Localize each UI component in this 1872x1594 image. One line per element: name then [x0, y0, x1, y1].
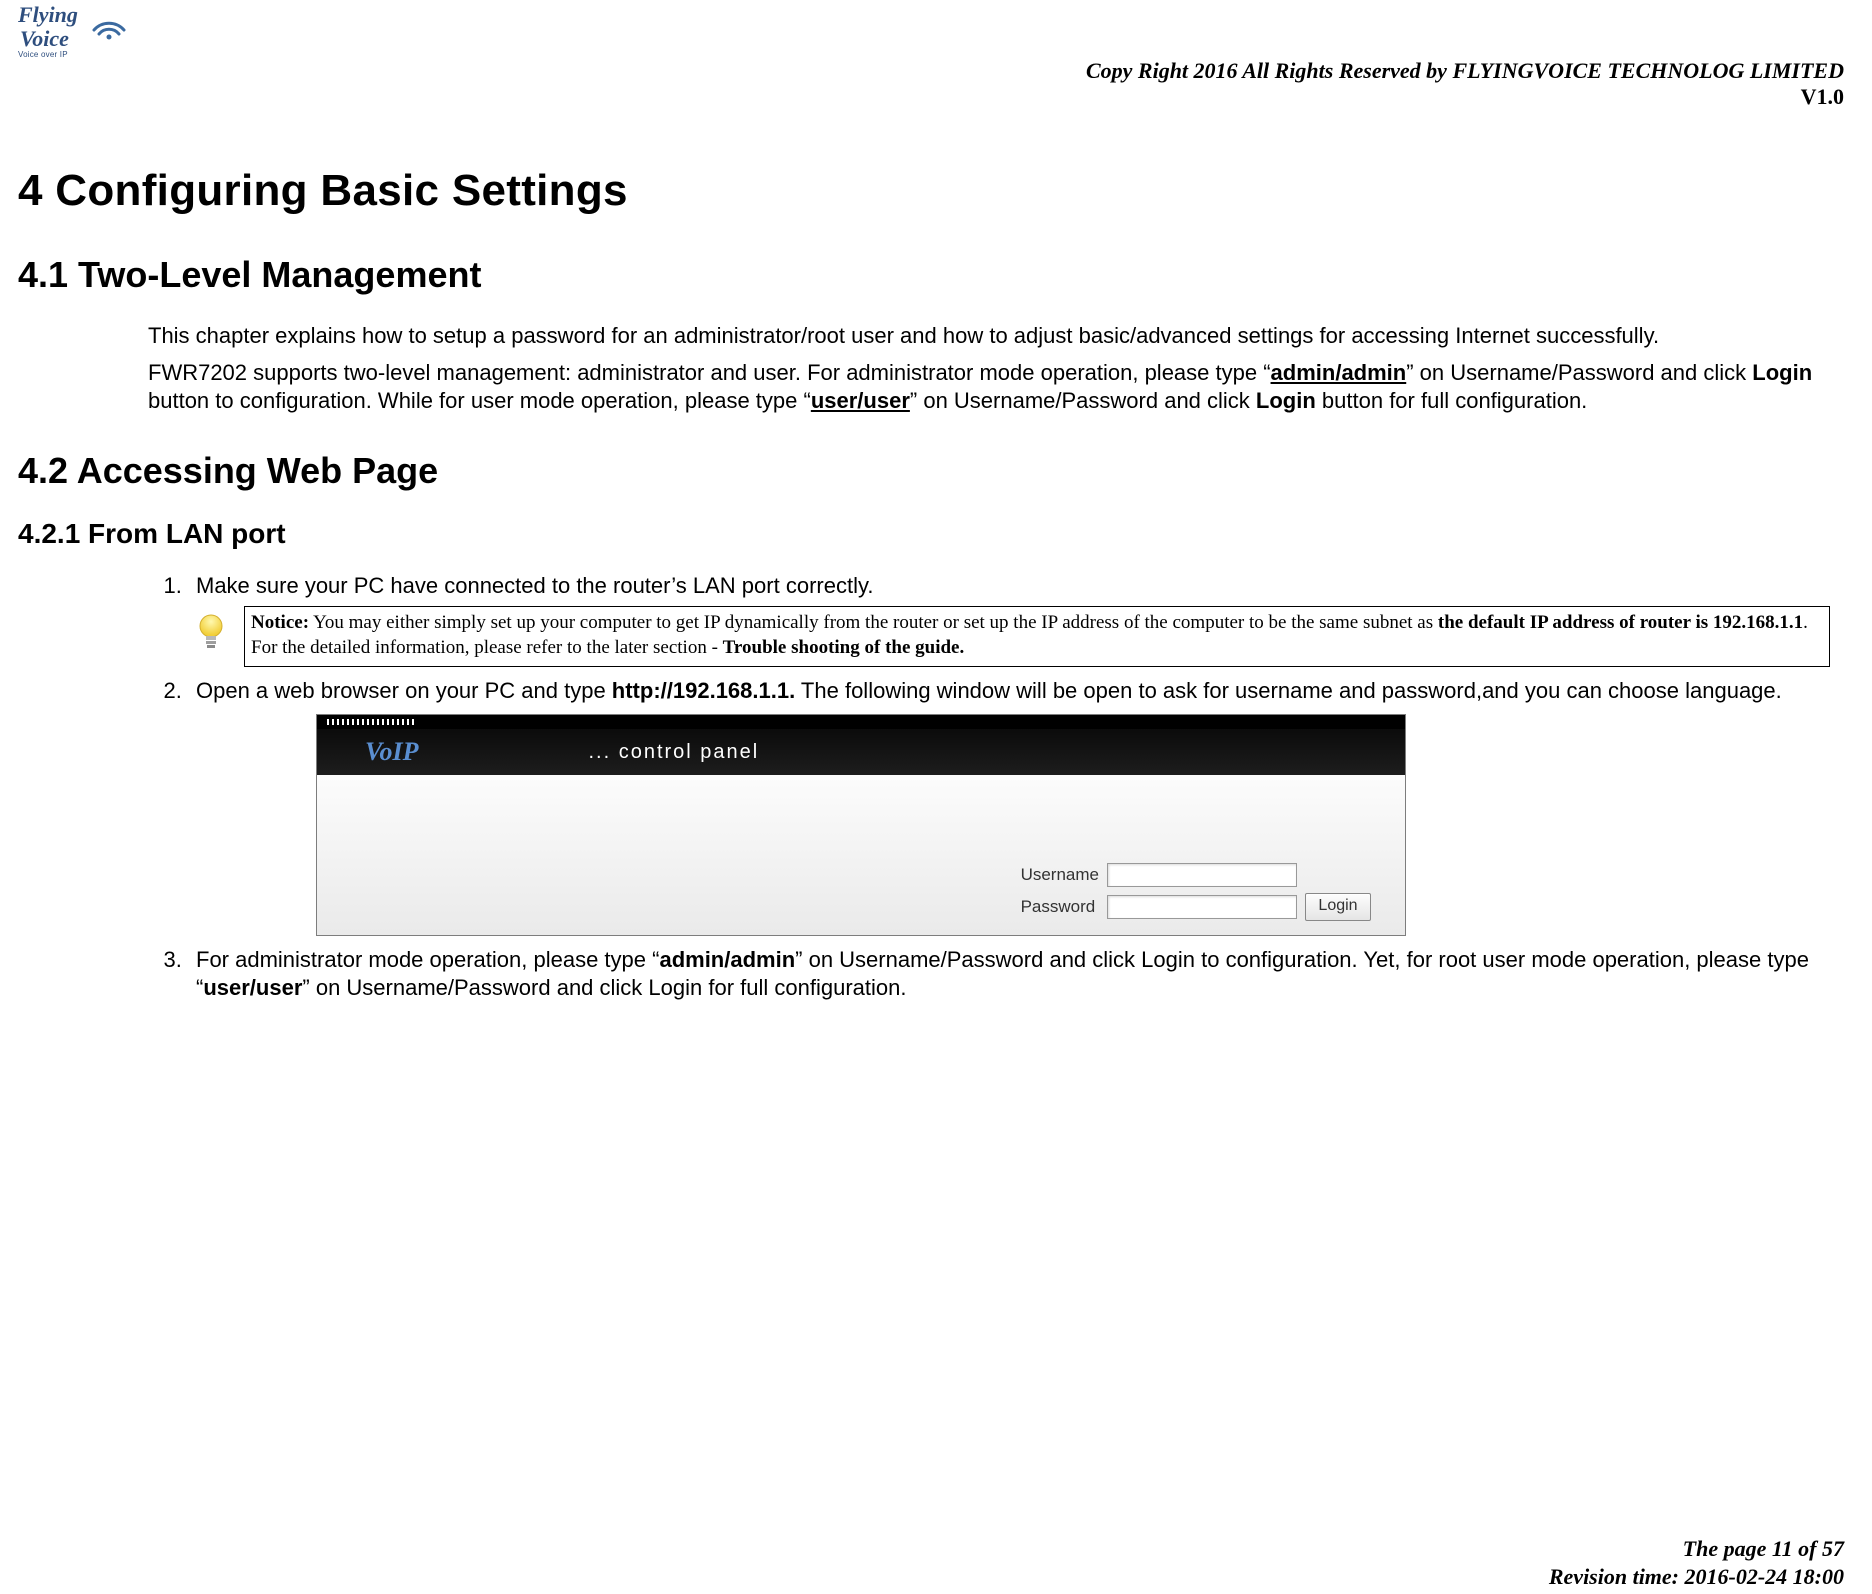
- paragraph: This chapter explains how to setup a pas…: [148, 322, 1830, 351]
- text-bold: Login: [1752, 360, 1812, 385]
- list-item: Make sure your PC have connected to the …: [188, 572, 1830, 667]
- text: You may either simply set up your comput…: [309, 612, 1438, 633]
- password-label: Password: [1021, 896, 1099, 918]
- text: ” on Username/Password and click Login f…: [302, 975, 906, 1000]
- page-footer: The page 11 of 57 Revision time: 2016-02…: [1549, 1535, 1844, 1590]
- login-button[interactable]: Login: [1305, 893, 1371, 921]
- text-bold: http://192.168.1.1.: [612, 678, 795, 703]
- text-bold: Trouble shooting of the guide.: [723, 637, 965, 658]
- login-voip-label: VoIP: [365, 735, 418, 769]
- text: button to configuration. While for user …: [148, 388, 811, 413]
- username-label: Username: [1021, 864, 1099, 886]
- login-form-area: Username Password Login: [317, 775, 1405, 935]
- list-item: For administrator mode operation, please…: [188, 946, 1830, 1003]
- text-bold: Login: [1256, 388, 1316, 413]
- login-control-panel-label: ... control panel: [588, 739, 759, 765]
- login-banner: VoIP ... control panel: [317, 729, 1405, 775]
- login-screenshot: VoIP ... control panel Username Password…: [316, 714, 1406, 936]
- text-bold: user/user: [203, 975, 302, 1000]
- wifi-icon: [90, 6, 128, 45]
- logo-text-line1: Flying: [18, 2, 78, 27]
- logo-text-line2: Voice: [20, 26, 69, 51]
- section-4-1-heading: 4.1 Two-Level Management: [18, 254, 1854, 296]
- copyright-line: Copy Right 2016 All Rights Reserved by F…: [18, 58, 1844, 84]
- section-4-2-1-heading: 4.2.1 From LAN port: [18, 518, 1854, 550]
- version-line: V1.0: [18, 84, 1844, 110]
- document-page: Flying Voice Voice over IP Copy Right 20…: [0, 0, 1872, 1594]
- section-4-1-body: This chapter explains how to setup a pas…: [148, 322, 1830, 416]
- text: ” on Username/Password and click: [1406, 360, 1752, 385]
- text-underline: user/user: [811, 388, 910, 413]
- text-bold: admin/admin: [659, 947, 795, 972]
- paragraph: FWR7202 supports two-level management: a…: [148, 359, 1830, 416]
- text-underline: admin/admin: [1271, 360, 1407, 385]
- step-text: Make sure your PC have connected to the …: [196, 573, 873, 598]
- text: Open a web browser on your PC and type: [196, 678, 612, 703]
- notice-lead: Notice:: [251, 612, 309, 633]
- text: ” on Username/Password and click: [910, 388, 1256, 413]
- text: For administrator mode operation, please…: [196, 947, 659, 972]
- password-input[interactable]: [1107, 895, 1297, 919]
- text: The following window will be open to ask…: [795, 678, 1782, 703]
- brand-logo: Flying Voice Voice over IP: [18, 4, 128, 66]
- notice-row: Notice: You may either simply set up you…: [196, 606, 1830, 667]
- notice-box: Notice: You may either simply set up you…: [244, 606, 1830, 667]
- list-item: Open a web browser on your PC and type h…: [188, 677, 1830, 936]
- login-panel: VoIP ... control panel Username Password…: [316, 714, 1406, 936]
- login-form: Username Password Login: [1021, 863, 1371, 921]
- lightbulb-icon: [196, 612, 230, 660]
- page-header-right: Copy Right 2016 All Rights Reserved by F…: [18, 58, 1844, 110]
- steps-list: Make sure your PC have connected to the …: [148, 572, 1830, 1003]
- chapter-heading: 4 Configuring Basic Settings: [18, 166, 1854, 216]
- text-bold: the default IP address of router is 192.…: [1438, 612, 1803, 633]
- username-input[interactable]: [1107, 863, 1297, 887]
- section-4-2-heading: 4.2 Accessing Web Page: [18, 450, 1854, 492]
- text: button for full configuration.: [1316, 388, 1588, 413]
- revision-time: Revision time: 2016-02-24 18:00: [1549, 1563, 1844, 1591]
- login-panel-topbar: [317, 715, 1405, 729]
- page-number: The page 11 of 57: [1549, 1535, 1844, 1563]
- text: FWR7202 supports two-level management: a…: [148, 360, 1271, 385]
